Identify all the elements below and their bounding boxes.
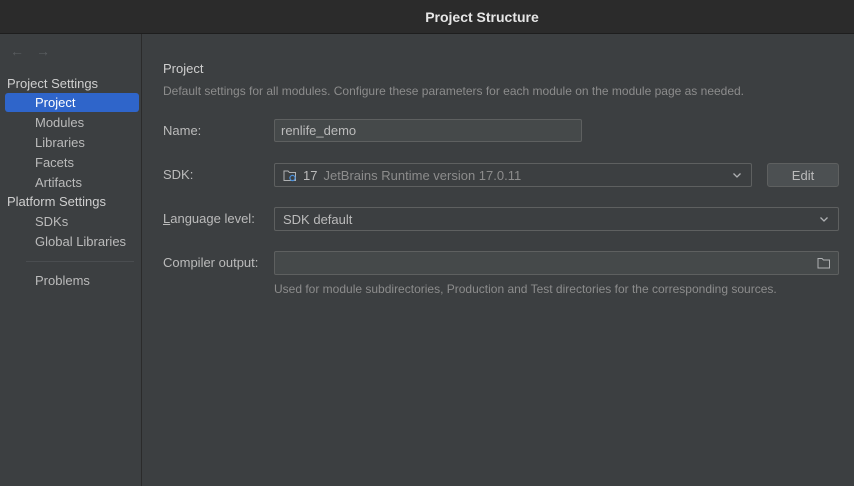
folder-with-sdk-icon <box>283 170 296 181</box>
name-label: Name: <box>163 123 202 138</box>
main-panel: Project Default settings for all modules… <box>143 34 854 486</box>
sidebar-item-global-libraries[interactable]: Global Libraries <box>5 232 139 251</box>
edit-sdk-button[interactable]: Edit <box>767 163 839 187</box>
sidebar-item-facets[interactable]: Facets <box>5 153 139 172</box>
sidebar: ← → Project Settings Project Modules Lib… <box>0 34 142 486</box>
platform-settings-header: Platform Settings <box>7 194 106 209</box>
language-level-label-text: anguage level: <box>170 211 255 226</box>
page-description: Default settings for all modules. Config… <box>163 84 745 98</box>
name-input[interactable]: renlife_demo <box>274 119 582 142</box>
back-arrow-icon[interactable]: ← <box>10 43 24 59</box>
sdk-name: JetBrains Runtime version 17.0.11 <box>323 167 522 183</box>
language-level-value: SDK default <box>283 211 353 227</box>
sidebar-item-artifacts[interactable]: Artifacts <box>5 173 139 192</box>
compiler-output-label: Compiler output: <box>163 255 259 270</box>
sidebar-item-libraries[interactable]: Libraries <box>5 133 139 152</box>
window-title: Project Structure <box>425 8 539 25</box>
compiler-output-hint: Used for module subdirectories, Producti… <box>274 282 777 296</box>
forward-arrow-icon[interactable]: → <box>36 43 50 59</box>
sidebar-item-modules[interactable]: Modules <box>5 113 139 132</box>
page-title: Project <box>163 61 204 76</box>
sidebar-item-sdks[interactable]: SDKs <box>5 212 139 231</box>
language-level-label: Language level: <box>163 211 255 226</box>
language-level-dropdown[interactable]: SDK default <box>274 207 839 231</box>
sidebar-divider <box>26 261 134 262</box>
compiler-output-input[interactable] <box>274 251 839 275</box>
chevron-down-icon <box>733 173 741 178</box>
sdk-label: SDK: <box>163 167 194 182</box>
name-value: renlife_demo <box>281 123 357 138</box>
folder-icon[interactable] <box>817 257 831 269</box>
chevron-down-icon <box>820 217 828 222</box>
project-settings-header: Project Settings <box>7 76 99 91</box>
nav-arrows: ← → <box>10 43 50 59</box>
title-bar: Project Structure <box>0 0 854 34</box>
sdk-version: 17 <box>303 167 318 183</box>
sidebar-item-problems[interactable]: Problems <box>5 271 139 290</box>
sdk-dropdown[interactable]: 17 JetBrains Runtime version 17.0.11 <box>274 163 752 187</box>
sidebar-item-project[interactable]: Project <box>5 93 139 112</box>
